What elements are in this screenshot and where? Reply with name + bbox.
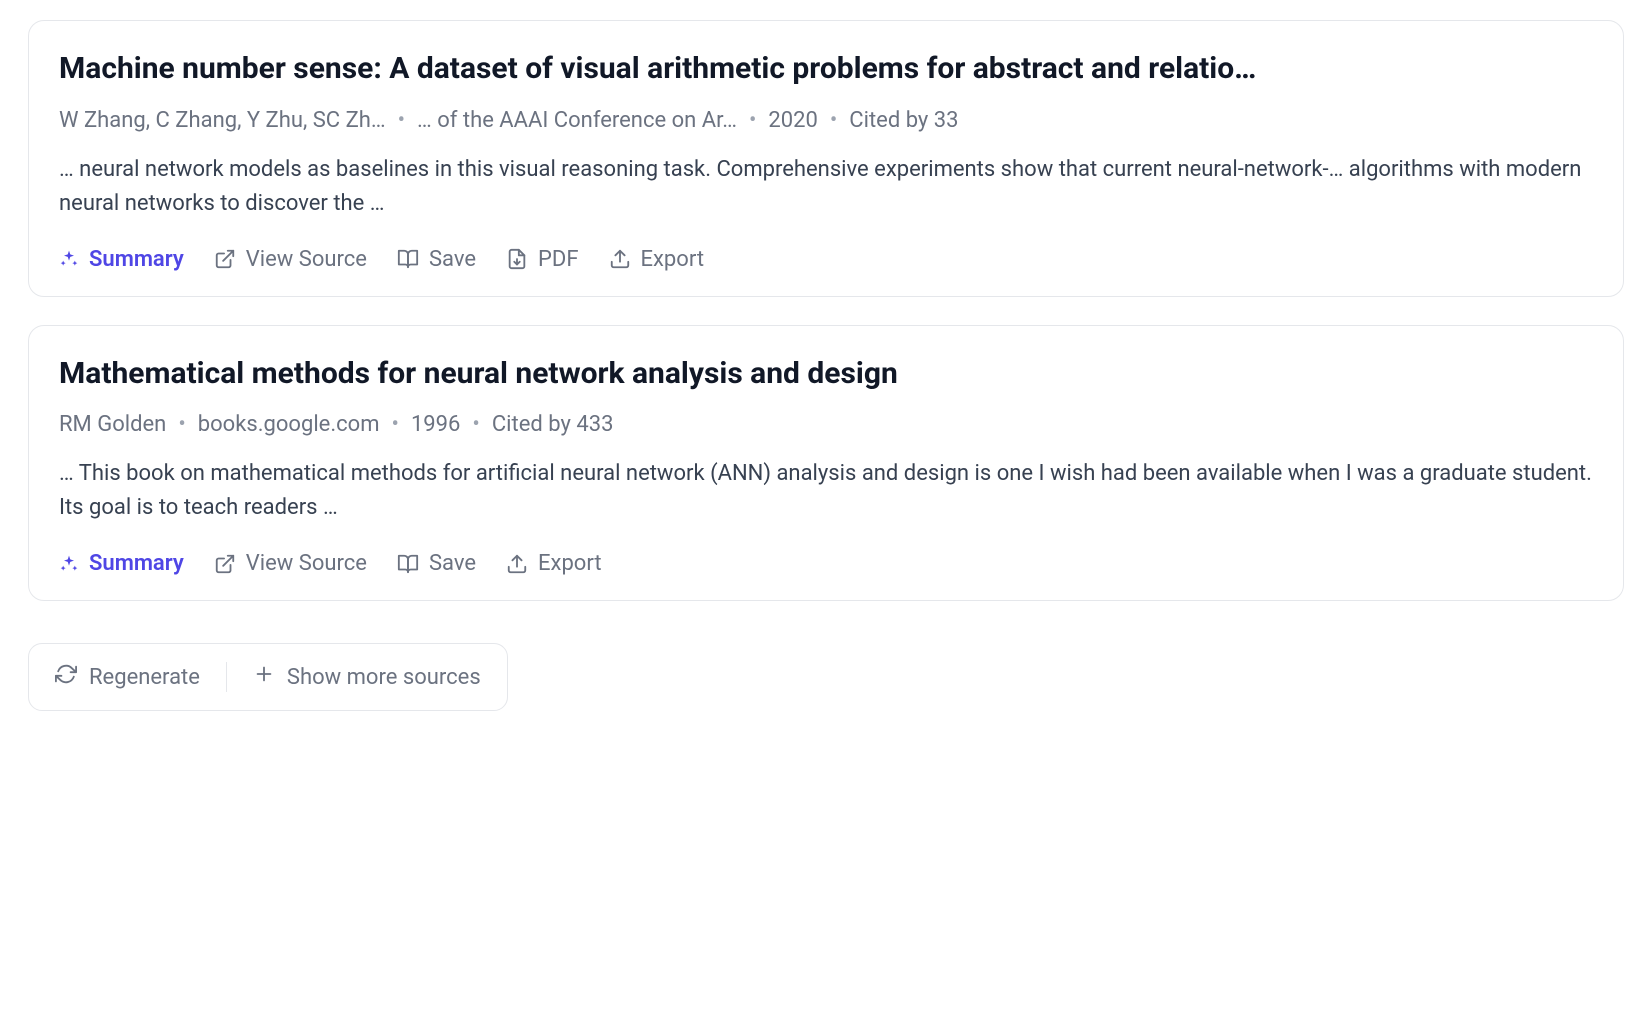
result-year: 1996 xyxy=(411,412,460,437)
export-label: Export xyxy=(538,551,602,576)
result-actions: Summary View Source Save PDF Export xyxy=(59,247,1593,272)
sparkle-icon xyxy=(59,554,79,574)
result-card: Machine number sense: A dataset of visua… xyxy=(28,20,1624,297)
summary-label: Summary xyxy=(89,247,184,272)
summary-button[interactable]: Summary xyxy=(59,551,184,576)
save-button[interactable]: Save xyxy=(397,551,476,576)
result-citations: Cited by 433 xyxy=(492,412,614,437)
result-year: 2020 xyxy=(768,108,817,133)
meta-separator: • xyxy=(174,412,189,437)
result-card: Mathematical methods for neural network … xyxy=(28,325,1624,602)
meta-separator: • xyxy=(745,108,760,133)
view-source-label: View Source xyxy=(246,551,367,576)
regenerate-button[interactable]: Regenerate xyxy=(55,663,200,691)
save-label: Save xyxy=(429,551,476,576)
view-source-button[interactable]: View Source xyxy=(214,247,367,272)
refresh-icon xyxy=(55,663,77,691)
save-button[interactable]: Save xyxy=(397,247,476,272)
show-more-label: Show more sources xyxy=(287,665,481,690)
result-meta: RM Golden • books.google.com • 1996 • Ci… xyxy=(59,412,1593,437)
result-authors: RM Golden xyxy=(59,412,166,437)
summary-label: Summary xyxy=(89,551,184,576)
meta-separator: • xyxy=(394,108,409,133)
upload-icon xyxy=(506,553,528,575)
result-snippet: … This book on mathematical methods for … xyxy=(59,457,1593,525)
result-citations: Cited by 33 xyxy=(849,108,958,133)
result-actions: Summary View Source Save Export xyxy=(59,551,1593,576)
file-download-icon xyxy=(506,248,528,270)
result-title[interactable]: Mathematical methods for neural network … xyxy=(59,354,1593,395)
pdf-label: PDF xyxy=(538,247,578,272)
external-link-icon xyxy=(214,553,236,575)
meta-separator: • xyxy=(468,412,483,437)
external-link-icon xyxy=(214,248,236,270)
view-source-button[interactable]: View Source xyxy=(214,551,367,576)
divider xyxy=(226,662,227,692)
book-icon xyxy=(397,248,419,270)
meta-separator: • xyxy=(388,412,403,437)
export-button[interactable]: Export xyxy=(506,551,602,576)
result-title[interactable]: Machine number sense: A dataset of visua… xyxy=(59,49,1593,90)
view-source-label: View Source xyxy=(246,247,367,272)
plus-icon xyxy=(253,663,275,691)
result-meta: W Zhang, C Zhang, Y Zhu, SC Zh… • … of t… xyxy=(59,108,1593,133)
export-label: Export xyxy=(641,247,705,272)
pdf-button[interactable]: PDF xyxy=(506,247,578,272)
book-icon xyxy=(397,553,419,575)
result-venue: books.google.com xyxy=(198,412,380,437)
result-snippet: … neural network models as baselines in … xyxy=(59,153,1593,221)
export-button[interactable]: Export xyxy=(609,247,705,272)
regenerate-label: Regenerate xyxy=(89,665,200,690)
show-more-sources-button[interactable]: Show more sources xyxy=(253,663,481,691)
upload-icon xyxy=(609,248,631,270)
sparkle-icon xyxy=(59,249,79,269)
save-label: Save xyxy=(429,247,476,272)
summary-button[interactable]: Summary xyxy=(59,247,184,272)
meta-separator: • xyxy=(826,108,841,133)
footer-actions: Regenerate Show more sources xyxy=(28,643,508,711)
result-venue: … of the AAAI Conference on Ar… xyxy=(417,108,737,133)
result-authors: W Zhang, C Zhang, Y Zhu, SC Zh… xyxy=(59,108,386,133)
